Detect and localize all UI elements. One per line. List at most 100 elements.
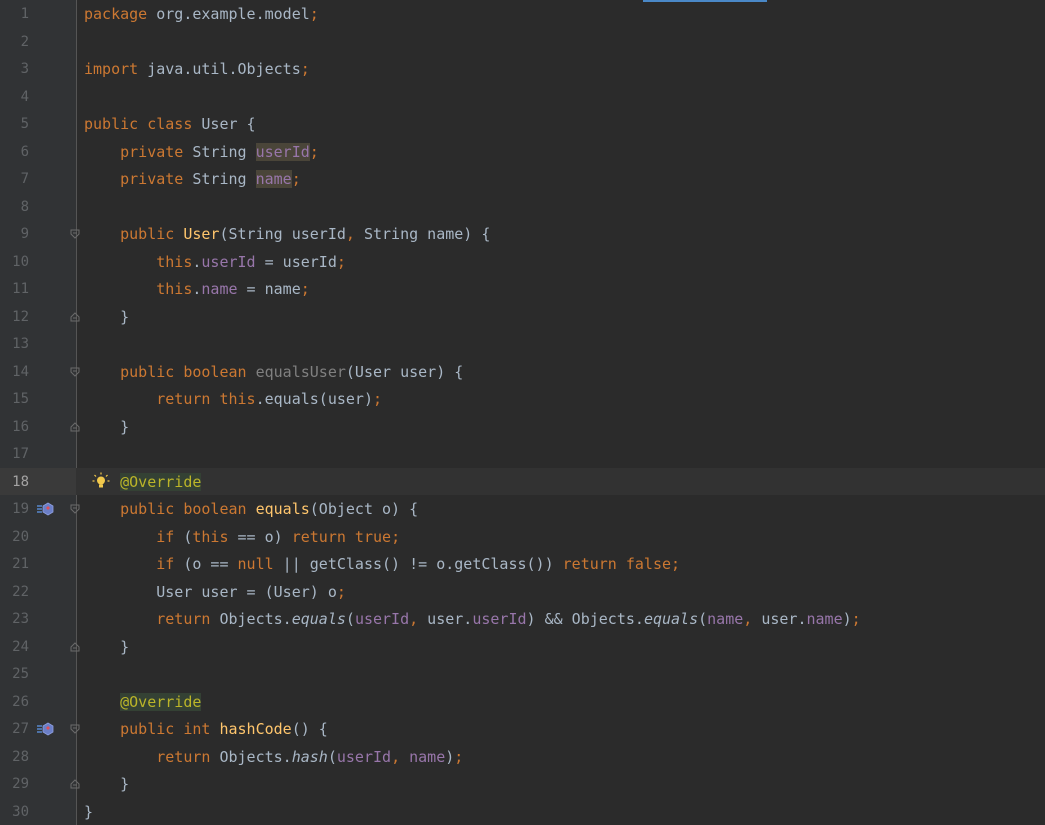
scroll-indicator — [643, 0, 767, 2]
code-line[interactable]: 28 return Objects.hash(userId, name); — [0, 743, 1045, 771]
code-token: (o == — [174, 555, 238, 573]
code-token: ) && Objects. — [526, 610, 644, 628]
code-text: package org.example.model; — [84, 4, 319, 24]
code-token: (String userId — [219, 225, 346, 243]
line-number: 15 — [12, 391, 29, 407]
code-line[interactable]: 4 — [0, 83, 1045, 111]
code-token: name — [201, 280, 238, 298]
code-text: import java.util.Objects; — [84, 59, 310, 79]
line-number: 8 — [20, 198, 29, 215]
line-number: 3 — [20, 61, 29, 77]
code-token: String — [183, 142, 256, 161]
code-line[interactable]: 21 if (o == null || getClass() != o.getC… — [0, 550, 1045, 578]
code-token: ; — [300, 280, 310, 298]
code-text: User user = (User) o; — [84, 582, 346, 602]
code-line[interactable]: 20 if (this == o) return true; — [0, 523, 1045, 551]
code-token: return — [156, 610, 211, 628]
code-line[interactable]: 25 — [0, 660, 1045, 688]
code-line[interactable]: 10 this.userId = userId; — [0, 248, 1045, 276]
code-line[interactable]: 22 User user = (User) o; — [0, 578, 1045, 606]
line-number: 26 — [12, 693, 29, 710]
fold-end-icon[interactable] — [70, 311, 80, 322]
code-line[interactable]: 3 import java.util.Objects; — [0, 55, 1045, 83]
line-number: 21 — [12, 556, 29, 572]
code-token: org.example.model — [147, 5, 310, 23]
override-marker-icon[interactable] — [37, 501, 55, 517]
code-token: ( — [345, 610, 355, 628]
code-line[interactable]: 23 return Objects.equals(userId, user.us… — [0, 605, 1045, 633]
code-line[interactable]: 30} — [0, 798, 1045, 825]
line-number: 11 — [12, 281, 29, 297]
code-line[interactable]: 13 — [0, 330, 1045, 358]
fold-start-icon[interactable] — [70, 367, 80, 377]
code-line[interactable]: 14 public boolean equalsUser(User user) … — [0, 358, 1045, 386]
code-token: ; — [851, 610, 861, 628]
fold-end-icon[interactable] — [70, 779, 80, 789]
code-line[interactable]: 24 } — [0, 633, 1045, 661]
code-line[interactable]: 26 @Override — [0, 688, 1045, 716]
code-token: ; — [373, 390, 383, 408]
code-token: this — [156, 280, 193, 298]
code-line[interactable]: 15 return this.equals(user); — [0, 385, 1045, 413]
code-line[interactable]: 18 @Override — [0, 467, 1045, 495]
code-token: import — [84, 60, 139, 78]
code-token: name — [707, 610, 744, 628]
code-line[interactable]: 6 private String userId; — [0, 138, 1045, 166]
line-number: 14 — [12, 363, 29, 380]
code-token: name — [255, 170, 292, 188]
fold-start-icon[interactable] — [70, 724, 80, 734]
code-line[interactable]: 19 public boolean equals(Object o) { — [0, 495, 1045, 523]
code-token: userId — [255, 142, 310, 161]
code-token: private — [120, 142, 184, 161]
code-token: .equals(user) — [255, 390, 373, 408]
line-number: 6 — [20, 143, 29, 160]
code-line[interactable]: 11 this.name = name; — [0, 275, 1045, 303]
code-line[interactable]: 5 public class User { — [0, 110, 1045, 138]
code-text: public boolean equals(Object o) { — [84, 499, 418, 519]
code-token: @Override — [120, 472, 202, 491]
code-token: ; — [309, 142, 319, 161]
code-line[interactable]: 7 private String name; — [0, 165, 1045, 193]
code-line[interactable]: 29 } — [0, 770, 1045, 798]
code-token: if — [156, 527, 175, 546]
code-line[interactable]: 12 } — [0, 303, 1045, 331]
code-token: ; — [336, 252, 346, 271]
code-token: name — [409, 747, 446, 766]
code-token: ; — [291, 170, 301, 188]
fold-end-icon[interactable] — [70, 641, 80, 652]
code-text: public User(String userId, String name) … — [84, 224, 490, 244]
line-number: 22 — [12, 583, 29, 600]
code-editor[interactable]: 1 package org.example.model; 2 3 import java… — [0, 0, 1045, 825]
code-text: } — [84, 802, 93, 822]
code-line[interactable]: 17 — [0, 440, 1045, 468]
code-text: } — [84, 637, 129, 657]
override-marker-icon[interactable] — [37, 721, 55, 737]
code-token: (Object o) { — [309, 500, 419, 518]
fold-start-icon[interactable] — [70, 229, 80, 239]
code-line[interactable]: 2 — [0, 28, 1045, 56]
code-token: User user = (User) o — [84, 582, 337, 601]
code-text: } — [84, 774, 129, 794]
fold-start-icon[interactable] — [70, 504, 80, 514]
code-line[interactable]: 9 public User(String userId, String name… — [0, 220, 1045, 248]
code-text: this.name = name; — [84, 279, 310, 299]
code-token: public int — [120, 720, 211, 738]
code-token: } — [84, 307, 130, 326]
code-line[interactable]: 16 } — [0, 413, 1045, 441]
code-text: if (o == null || getClass() != o.getClas… — [84, 554, 680, 574]
code-token: userId — [201, 252, 256, 271]
code-line[interactable]: 1 package org.example.model; — [0, 0, 1045, 28]
fold-end-icon[interactable] — [70, 421, 80, 432]
code-line[interactable]: 27 public int hashCode() { — [0, 715, 1045, 743]
code-line[interactable]: 8 — [0, 193, 1045, 221]
code-token: , — [409, 610, 419, 628]
line-number: 17 — [12, 446, 29, 462]
code-token: , — [391, 747, 401, 766]
